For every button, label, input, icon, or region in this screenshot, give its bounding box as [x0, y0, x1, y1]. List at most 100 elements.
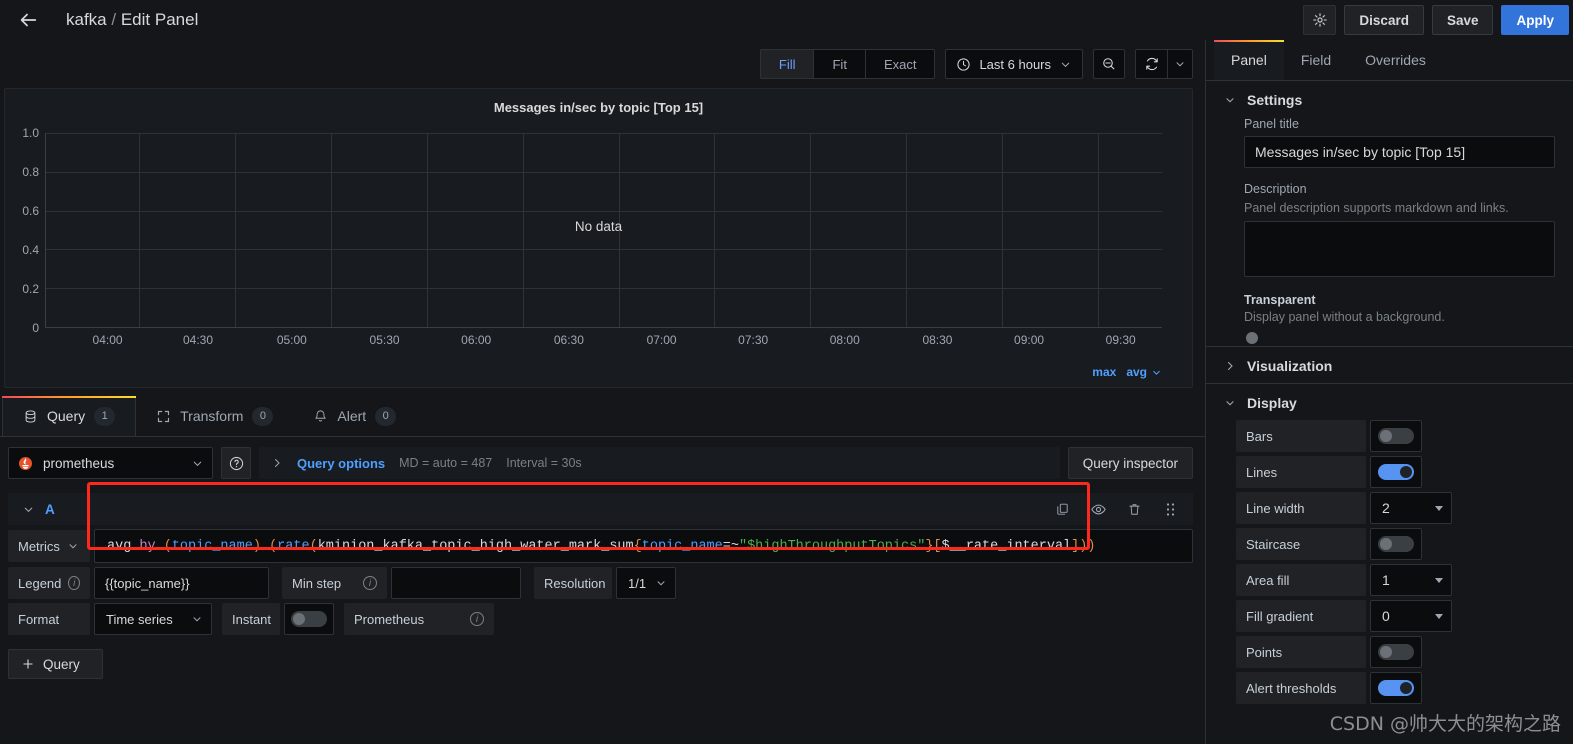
refresh-button[interactable]: [1135, 49, 1167, 79]
fit-mode-fill[interactable]: Fill: [759, 49, 814, 79]
x-tick: 04:00: [92, 333, 123, 347]
transparent-label: Transparent: [1244, 293, 1316, 307]
zoom-out-button[interactable]: [1093, 49, 1125, 79]
prometheus-label-cell: Prometheus i: [344, 603, 494, 635]
legend-info-icon[interactable]: i: [68, 576, 80, 590]
arrow-left-icon: [20, 13, 37, 27]
query-editor: prometheus Query options MD = auto = 487…: [0, 437, 1205, 744]
tab-query-label: Query: [47, 408, 86, 424]
instant-switch: [291, 611, 327, 627]
lines-toggle[interactable]: [1370, 456, 1422, 488]
legend-calcs[interactable]: max avg: [1092, 365, 1162, 379]
metrics-label: Metrics: [18, 538, 60, 554]
chevron-down-icon: [1176, 62, 1184, 67]
duplicate-query-button[interactable]: [1049, 496, 1075, 522]
section-settings-header[interactable]: Settings: [1206, 81, 1573, 117]
transform-icon: [158, 410, 170, 422]
y-axis-labels: 1.0 0.8 0.6 0.4 0.2 0: [5, 126, 39, 335]
tab-alert-count: 0: [375, 406, 397, 426]
x-tick: 08:30: [922, 333, 953, 347]
time-range-picker[interactable]: Last 6 hours: [945, 49, 1083, 79]
x-tick: 05:30: [369, 333, 400, 347]
description-textarea[interactable]: [1244, 221, 1555, 277]
datasource-help-button[interactable]: [221, 447, 251, 479]
metrics-label-dropdown[interactable]: Metrics: [8, 530, 90, 562]
database-icon: [25, 409, 36, 423]
remove-query-button[interactable]: [1121, 496, 1147, 522]
x-tick: 04:30: [183, 333, 214, 347]
legend-calc-max[interactable]: max: [1092, 365, 1116, 379]
chevron-down-icon: [193, 617, 201, 622]
tab-query-count: 1: [94, 406, 116, 426]
discard-button[interactable]: Discard: [1344, 5, 1424, 35]
resolution-label: Resolution: [544, 575, 606, 591]
format-value: Time series: [106, 611, 173, 627]
section-display-header[interactable]: Display: [1206, 384, 1573, 420]
breadcrumb: kafka / Edit Panel: [66, 10, 198, 30]
main-body: Fill Fit Exact Last 6 hours Messages in/…: [0, 40, 1573, 744]
points-toggle[interactable]: [1370, 636, 1422, 668]
chevron-down-icon: [193, 461, 202, 466]
fit-mode-exact[interactable]: Exact: [864, 49, 936, 79]
query-inspector-button[interactable]: Query inspector: [1067, 447, 1193, 479]
apply-button[interactable]: Apply: [1501, 5, 1569, 35]
y-tick: 0: [32, 321, 39, 335]
tab-panel[interactable]: Panel: [1214, 40, 1284, 80]
toggle-query-visibility-button[interactable]: [1085, 496, 1111, 522]
fill-gradient-value: 0: [1382, 608, 1390, 624]
gear-icon: [1313, 13, 1327, 27]
datasource-picker[interactable]: prometheus: [8, 447, 213, 479]
min-step-info-icon[interactable]: i: [363, 576, 377, 590]
refresh-icon: [1145, 57, 1158, 71]
tab-field[interactable]: Field: [1284, 40, 1348, 80]
add-query-button[interactable]: Query: [8, 649, 103, 679]
format-label-cell: Format: [8, 603, 90, 635]
format-select[interactable]: Time series: [94, 603, 212, 635]
options-scroll-area[interactable]: Settings Panel title Messages in/sec by …: [1206, 81, 1573, 744]
promql-expression-input[interactable]: avg by (topic_name) (rate(kminion_kafka_…: [94, 529, 1193, 563]
prometheus-logo-icon: [18, 456, 33, 470]
section-visualization-header[interactable]: Visualization: [1206, 347, 1573, 383]
alert-thresholds-toggle[interactable]: [1370, 672, 1422, 704]
chart-area[interactable]: 1.0 0.8 0.6 0.4 0.2 0 No data 04:00 04:3…: [5, 115, 1192, 350]
tab-query[interactable]: Query 1: [2, 396, 137, 436]
breadcrumb-dashboard[interactable]: kafka: [66, 10, 107, 29]
min-step-input[interactable]: [391, 567, 521, 599]
datasource-name: prometheus: [43, 455, 115, 471]
metrics-row: Metrics avg by (topic_name) (rate(kminio…: [8, 529, 1193, 563]
chevron-down-icon: [1061, 62, 1070, 67]
chevron-right-icon: [1227, 361, 1233, 371]
tab-transform[interactable]: Transform 0: [136, 396, 293, 436]
chevron-down-icon[interactable]: [22, 503, 35, 516]
legend-format-input[interactable]: {{topic_name}}: [94, 567, 269, 599]
refresh-interval-button[interactable]: [1167, 49, 1193, 79]
prometheus-info-icon[interactable]: i: [470, 612, 484, 626]
tab-alert[interactable]: Alert 0: [293, 396, 416, 436]
legend-label: Legend: [18, 575, 62, 591]
x-tick: 08:00: [829, 333, 860, 347]
caret-down-icon: [1435, 505, 1443, 511]
panel-settings-button[interactable]: [1303, 5, 1337, 35]
fill-gradient-select[interactable]: 0: [1370, 600, 1452, 632]
promql-expression-text: avg by (topic_name) (rate(kminion_kafka_…: [107, 538, 1096, 554]
caret-down-icon: [1435, 613, 1443, 619]
panel-title-input[interactable]: Messages in/sec by topic [Top 15]: [1244, 136, 1555, 168]
area-fill-select[interactable]: 1: [1370, 564, 1452, 596]
staircase-toggle[interactable]: [1370, 528, 1422, 560]
drag-query-handle[interactable]: [1157, 496, 1183, 522]
area-fill-value: 1: [1382, 572, 1390, 588]
back-button[interactable]: [10, 4, 46, 36]
save-button[interactable]: Save: [1431, 5, 1494, 35]
query-options-bar[interactable]: Query options MD = auto = 487 Interval =…: [259, 447, 1060, 479]
query-ref-id[interactable]: A: [45, 502, 55, 517]
legend-calc-avg[interactable]: avg: [1126, 365, 1147, 379]
tab-overrides[interactable]: Overrides: [1348, 40, 1443, 80]
query-editor-header: prometheus Query options MD = auto = 487…: [8, 447, 1193, 479]
line-width-select[interactable]: 2: [1370, 492, 1452, 524]
bars-toggle[interactable]: [1370, 420, 1422, 452]
chevron-down-icon: [1226, 401, 1234, 406]
fit-mode-fit[interactable]: Fit: [813, 49, 865, 79]
breadcrumb-separator: /: [111, 10, 117, 29]
instant-toggle[interactable]: [284, 603, 334, 635]
resolution-select[interactable]: 1/1: [616, 567, 676, 599]
